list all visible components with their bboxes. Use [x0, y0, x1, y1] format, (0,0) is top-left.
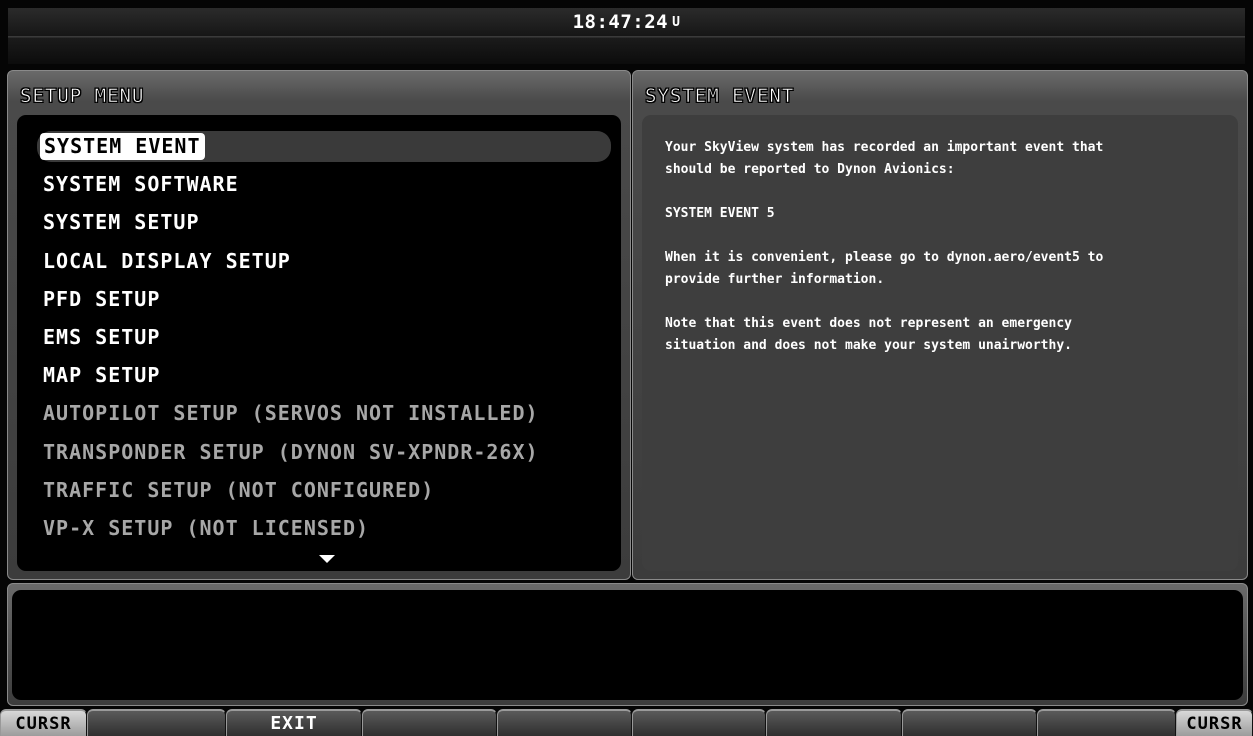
menu-item-label: PFD SETUP — [43, 286, 161, 311]
menu-item: TRANSPONDER SETUP (DYNON SV-XPNDR-26X) — [17, 437, 621, 475]
menu-item[interactable]: LOCAL DISPLAY SETUP — [17, 246, 621, 284]
menu-item-label: TRANSPONDER SETUP (DYNON SV-XPNDR-26X) — [43, 439, 539, 464]
menu-item[interactable]: PFD SETUP — [17, 284, 621, 322]
system-event-info-box: Your SkyView system has recorded an impo… — [642, 115, 1238, 571]
menu-item[interactable]: SYSTEM EVENT — [17, 131, 621, 169]
setup-menu-title: SETUP MENU — [20, 85, 145, 108]
menu-item-label: VP-X SETUP (NOT LICENSED) — [43, 515, 370, 540]
softkey-5[interactable] — [632, 709, 766, 736]
system-event-title: SYSTEM EVENT — [645, 85, 795, 108]
top-status-bar: 18:47:24 U — [8, 8, 1245, 37]
softkey-3[interactable] — [362, 709, 497, 736]
menu-item[interactable]: SYSTEM SOFTWARE — [17, 169, 621, 207]
softkey-6[interactable] — [766, 709, 902, 736]
menu-item: AUTOPILOT SETUP (SERVOS NOT INSTALLED) — [17, 398, 621, 436]
menu-item-label: SYSTEM SOFTWARE — [43, 172, 239, 197]
system-event-message: Your SkyView system has recorded an impo… — [665, 140, 1104, 353]
softkey-left-cursor[interactable]: CURSR — [0, 709, 87, 736]
menu-item[interactable]: EMS SETUP — [17, 322, 621, 360]
menu-item-label: SYSTEM EVENT — [40, 133, 205, 160]
system-event-panel: SYSTEM EVENT Your SkyView system has rec… — [632, 70, 1248, 580]
menu-item-label: LOCAL DISPLAY SETUP — [43, 248, 291, 273]
softkey-exit[interactable]: EXIT — [226, 709, 362, 736]
softkey-1[interactable] — [87, 709, 226, 736]
clock-time: 18:47:24 — [572, 11, 669, 33]
setup-menu-list-box: SYSTEM EVENT SYSTEM SOFTWARE SYSTEM SETUP L… — [17, 115, 621, 571]
softkey-bar: CURSR CURSR EXIT — [0, 709, 1253, 736]
message-panel — [7, 583, 1248, 706]
menu-item-label: TRAFFIC SETUP (NOT CONFIGURED) — [43, 477, 435, 502]
softkey-7[interactable] — [902, 709, 1037, 736]
secondary-status-bar — [8, 37, 1245, 64]
menu-item-label: MAP SETUP — [43, 363, 161, 388]
menu-item-label: AUTOPILOT SETUP (SERVOS NOT INSTALLED) — [43, 401, 539, 426]
softkey-8[interactable] — [1037, 709, 1176, 736]
triangle-down-icon[interactable] — [319, 555, 335, 563]
skyview-screen: 18:47:24 U SETUP MENU SYSTEM EVENT SYSTEM … — [0, 0, 1253, 736]
softkey-right-cursor[interactable]: CURSR — [1176, 709, 1253, 736]
clock-time-suffix: U — [672, 14, 681, 30]
menu-item: TRAFFIC SETUP (NOT CONFIGURED) — [17, 475, 621, 513]
menu-item: VP-X SETUP (NOT LICENSED) — [17, 513, 621, 551]
menu-item-label: SYSTEM SETUP — [43, 210, 200, 235]
softkey-4[interactable] — [497, 709, 632, 736]
setup-menu-panel: SETUP MENU SYSTEM EVENT SYSTEM SOFTWARE SY… — [7, 70, 631, 580]
menu-item-label: EMS SETUP — [43, 324, 161, 349]
menu-item[interactable]: MAP SETUP — [17, 360, 621, 398]
setup-menu-list: SYSTEM EVENT SYSTEM SOFTWARE SYSTEM SETUP L… — [17, 131, 621, 551]
message-box — [12, 590, 1243, 700]
menu-item[interactable]: SYSTEM SETUP — [17, 207, 621, 245]
